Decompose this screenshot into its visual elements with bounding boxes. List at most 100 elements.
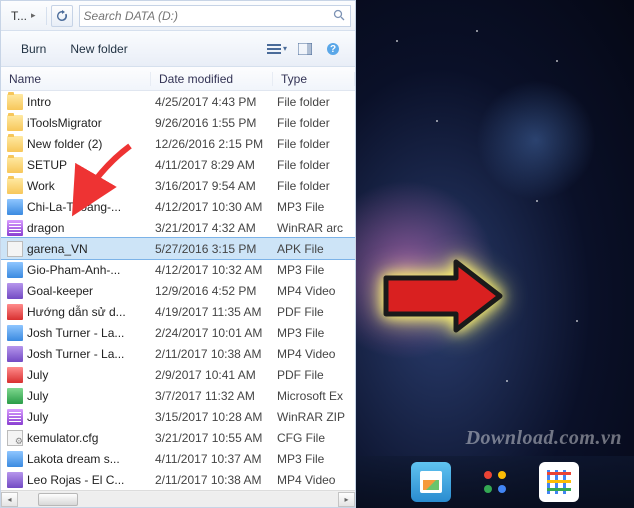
file-date: 2/11/2017 10:38 AM (155, 473, 277, 487)
file-type: PDF File (277, 305, 355, 319)
taskbar-equalizer[interactable] (539, 462, 579, 502)
file-row[interactable]: Leo Rojas - El C...2/11/2017 10:38 AMMP4… (1, 469, 355, 490)
file-list: Intro4/25/2017 4:43 PMFile folderiToolsM… (1, 91, 355, 490)
file-date: 4/12/2017 10:32 AM (155, 263, 277, 277)
file-row[interactable]: Josh Turner - La...2/11/2017 10:38 AMMP4… (1, 343, 355, 364)
refresh-button[interactable] (51, 5, 73, 27)
file-row[interactable]: dragon3/21/2017 4:32 AMWinRAR arc (1, 217, 355, 238)
rar-icon (7, 220, 23, 236)
folder-icon (7, 136, 23, 152)
header-name[interactable]: Name (1, 72, 151, 86)
file-type: WinRAR arc (277, 221, 355, 235)
file-date: 3/7/2017 11:32 AM (155, 389, 277, 403)
pdf-icon (7, 304, 23, 320)
header-type[interactable]: Type (273, 72, 355, 86)
mp3-icon (7, 325, 23, 341)
file-name: garena_VN (27, 242, 155, 256)
help-button[interactable]: ? (321, 37, 345, 61)
breadcrumb-segment: T... (11, 9, 27, 23)
taskbar-apps[interactable] (475, 462, 515, 502)
burn-button[interactable]: Burn (11, 38, 56, 60)
mp4-icon (7, 283, 23, 299)
taskbar-gallery[interactable] (411, 462, 451, 502)
file-type: APK File (277, 242, 355, 256)
header-date[interactable]: Date modified (151, 72, 273, 86)
file-row[interactable]: Goal-keeper12/9/2016 4:52 PMMP4 Video (1, 280, 355, 301)
emulator-screen[interactable]: G Play Games People Tuyệt Đao APK + Copy (356, 0, 634, 508)
breadcrumb[interactable]: T... ▸ (5, 9, 42, 23)
file-type: File folder (277, 95, 355, 109)
file-type: MP4 Video (277, 347, 355, 361)
folder-icon (7, 157, 23, 173)
explorer-window: T... ▸ Burn New folder (0, 0, 356, 508)
file-row[interactable]: Chi-La-Thoang-...4/12/2017 10:30 AMMP3 F… (1, 196, 355, 217)
file-type: File folder (277, 179, 355, 193)
file-row[interactable]: kemulator.cfg3/21/2017 10:55 AMCFG File (1, 427, 355, 448)
folder-icon (7, 178, 23, 194)
file-name: Chi-La-Thoang-... (27, 200, 155, 214)
scroll-left-button[interactable]: ◂ (1, 492, 18, 507)
file-row[interactable]: July3/15/2017 10:28 AMWinRAR ZIP (1, 406, 355, 427)
file-row[interactable]: iToolsMigrator9/26/2016 1:55 PMFile fold… (1, 112, 355, 133)
emulator-taskbar (356, 456, 634, 508)
file-name: Josh Turner - La... (27, 326, 155, 340)
search-box[interactable] (79, 5, 351, 27)
view-options-button[interactable] (265, 37, 289, 61)
cfg-icon (7, 430, 23, 446)
folder-icon (7, 115, 23, 131)
file-date: 3/15/2017 10:28 AM (155, 410, 277, 424)
watermark: Download.com.vn (466, 427, 622, 450)
new-folder-button[interactable]: New folder (60, 38, 137, 60)
file-date: 4/11/2017 8:29 AM (155, 158, 277, 172)
file-date: 9/26/2016 1:55 PM (155, 116, 277, 130)
search-input[interactable] (84, 9, 333, 23)
horizontal-scrollbar[interactable]: ◂ ▸ (1, 490, 355, 507)
file-date: 2/24/2017 10:01 AM (155, 326, 277, 340)
file-row[interactable]: July3/7/2017 11:32 AMMicrosoft Ex (1, 385, 355, 406)
file-row[interactable]: Josh Turner - La...2/24/2017 10:01 AMMP3… (1, 322, 355, 343)
scroll-thumb[interactable] (38, 493, 78, 506)
file-name: kemulator.cfg (27, 431, 155, 445)
file-name: SETUP (27, 158, 155, 172)
file-row[interactable]: SETUP4/11/2017 8:29 AMFile folder (1, 154, 355, 175)
search-icon (333, 9, 346, 23)
file-name: July (27, 389, 155, 403)
file-row[interactable]: Lakota dream s...4/11/2017 10:37 AMMP3 F… (1, 448, 355, 469)
mp3-icon (7, 199, 23, 215)
file-name: Intro (27, 95, 155, 109)
file-name: Leo Rojas - El C... (27, 473, 155, 487)
file-date: 4/25/2017 4:43 PM (155, 95, 277, 109)
file-row[interactable]: garena_VN5/27/2016 3:15 PMAPK File (1, 238, 355, 259)
file-type: CFG File (277, 431, 355, 445)
file-type: Microsoft Ex (277, 389, 355, 403)
file-type: MP4 Video (277, 284, 355, 298)
file-date: 3/21/2017 10:55 AM (155, 431, 277, 445)
scroll-track[interactable] (18, 492, 338, 507)
file-date: 4/12/2017 10:30 AM (155, 200, 277, 214)
file-date: 12/9/2016 4:52 PM (155, 284, 277, 298)
file-date: 5/27/2016 3:15 PM (155, 242, 277, 256)
file-row[interactable]: Work3/16/2017 9:54 AMFile folder (1, 175, 355, 196)
xls-icon (7, 388, 23, 404)
file-type: PDF File (277, 368, 355, 382)
file-date: 4/11/2017 10:37 AM (155, 452, 277, 466)
file-type: File folder (277, 137, 355, 151)
scroll-right-button[interactable]: ▸ (338, 492, 355, 507)
mp3-icon (7, 262, 23, 278)
chevron-right-icon: ▸ (31, 10, 36, 21)
file-row[interactable]: Intro4/25/2017 4:43 PMFile folder (1, 91, 355, 112)
file-date: 4/19/2017 11:35 AM (155, 305, 277, 319)
file-name: iToolsMigrator (27, 116, 155, 130)
file-date: 12/26/2016 2:15 PM (155, 137, 277, 151)
file-row[interactable]: New folder (2)12/26/2016 2:15 PMFile fol… (1, 133, 355, 154)
file-name: Work (27, 179, 155, 193)
file-name: July (27, 368, 155, 382)
file-row[interactable]: Gio-Pham-Anh-...4/12/2017 10:32 AMMP3 Fi… (1, 259, 355, 280)
file-row[interactable]: July2/9/2017 10:41 AMPDF File (1, 364, 355, 385)
file-name: Lakota dream s... (27, 452, 155, 466)
preview-pane-button[interactable] (293, 37, 317, 61)
file-row[interactable]: Hướng dẫn sử d...4/19/2017 11:35 AMPDF F… (1, 301, 355, 322)
file-type: File folder (277, 116, 355, 130)
file-name: July (27, 410, 155, 424)
file-type: File folder (277, 158, 355, 172)
